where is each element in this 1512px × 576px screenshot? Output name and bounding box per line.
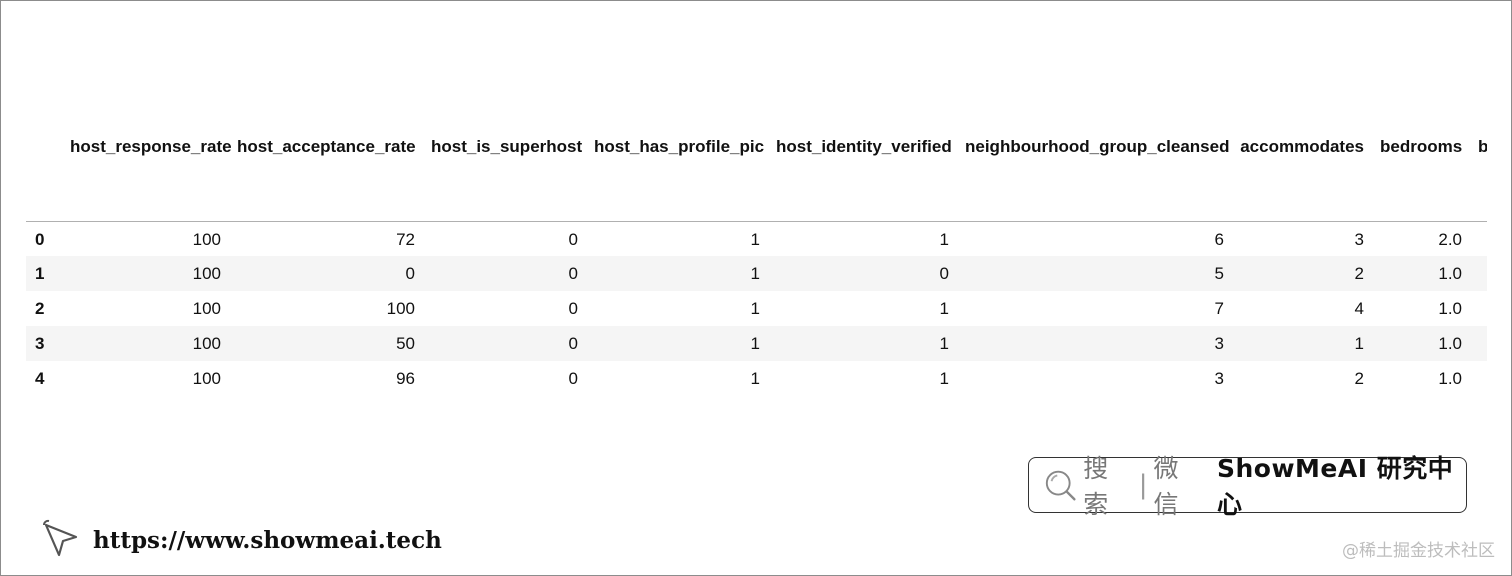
wechat-label: 微信 — [1153, 454, 1180, 519]
search-icon — [1045, 470, 1076, 501]
table-row: 4 100 96 0 1 1 3 2 1.0 — [26, 361, 1487, 396]
table-cell: 0 — [568, 333, 578, 353]
table-cell: 1.0 — [1438, 263, 1462, 283]
column-header: b — [1470, 1, 1487, 222]
table-cell: 2 — [1354, 263, 1364, 283]
column-header: host_response_rate — [62, 1, 232, 222]
table-cell: 7 — [1214, 298, 1224, 318]
table-cell: 0 — [568, 229, 578, 249]
column-header: host_is_superhost — [423, 1, 586, 222]
column-header: accommodates — [1232, 1, 1372, 222]
table-cell: 0 — [568, 298, 578, 318]
column-header: host_identity_verified — [768, 1, 957, 222]
watermark: @稀土掘金技术社区 — [1342, 541, 1495, 561]
table-cell: 1.0 — [1438, 368, 1462, 388]
row-index: 1 — [35, 263, 45, 283]
table-cell: 1 — [939, 333, 949, 353]
table-cell: 0 — [568, 368, 578, 388]
table-cell: 1.0 — [1438, 298, 1462, 318]
column-header: neighbourhood_group_cleansed — [957, 1, 1232, 222]
table-cell: 2.0 — [1438, 229, 1462, 249]
row-index: 3 — [35, 333, 45, 353]
table-cell — [1470, 221, 1487, 256]
table-cell: 1 — [750, 333, 760, 353]
table-cell: 3 — [1214, 368, 1224, 388]
site-url[interactable]: https://www.showmeai.tech — [93, 527, 442, 554]
table-cell: 96 — [396, 368, 415, 388]
table-cell: 100 — [192, 333, 221, 353]
table-cell: 50 — [396, 333, 415, 353]
table-cell: 1 — [939, 298, 949, 318]
dataframe-container: host_response_rate host_acceptance_rate … — [26, 1, 1487, 396]
row-index: 4 — [35, 368, 45, 388]
column-header: host_has_profile_pic — [586, 1, 768, 222]
table-cell: 100 — [192, 368, 221, 388]
table-cell: 100 — [192, 298, 221, 318]
table-cell: 3 — [1354, 229, 1364, 249]
table-cell: 3 — [1214, 333, 1224, 353]
column-header: host_acceptance_rate — [229, 1, 423, 222]
table-cell — [1470, 291, 1487, 326]
row-index: 0 — [35, 229, 45, 249]
dataframe-table: host_response_rate host_acceptance_rate … — [26, 1, 1487, 396]
table-cell: 2 — [1354, 368, 1364, 388]
table-cell — [1470, 361, 1487, 396]
table-row: 0 100 72 0 1 1 6 3 2.0 — [26, 221, 1487, 256]
site-link-area: https://www.showmeai.tech — [41, 519, 442, 561]
table-cell: 72 — [396, 229, 415, 249]
table-cell: 1 — [939, 368, 949, 388]
table-cell: 4 — [1354, 298, 1364, 318]
table-cell: 5 — [1214, 263, 1224, 283]
table-cell: 1 — [750, 263, 760, 283]
table-cell: 0 — [405, 263, 415, 283]
table-cell: 1 — [750, 298, 760, 318]
index-header — [26, 1, 62, 222]
table-row: 2 100 100 0 1 1 7 4 1.0 — [26, 291, 1487, 326]
table-cell: 0 — [568, 263, 578, 283]
row-index: 2 — [35, 298, 45, 318]
screenshot-frame: host_response_rate host_acceptance_rate … — [0, 0, 1512, 576]
table-cell: 1 — [939, 229, 949, 249]
table-cell: 1.0 — [1438, 333, 1462, 353]
brand-name: ShowMeAI 研究中心 — [1216, 454, 1454, 519]
table-cell — [1470, 326, 1487, 361]
table-cell: 6 — [1214, 229, 1224, 249]
table-row: 3 100 50 0 1 1 3 1 1.0 — [26, 326, 1487, 361]
cursor-icon — [43, 519, 78, 557]
table-cell — [1470, 256, 1487, 291]
table-cell: 100 — [386, 298, 415, 318]
table-row: 1 100 0 0 1 0 5 2 1.0 — [26, 256, 1487, 291]
table-cell: 100 — [192, 229, 221, 249]
brand-search-badge: 搜索 | 微信 ShowMeAI 研究中心 — [1028, 454, 1467, 519]
header-row: host_response_rate host_acceptance_rate … — [26, 1, 1487, 222]
column-header: bedrooms — [1372, 1, 1470, 222]
table-cell: 0 — [939, 263, 949, 283]
table-cell: 1 — [1354, 333, 1364, 353]
table-cell: 1 — [750, 229, 760, 249]
separator: | — [1138, 470, 1148, 500]
search-label: 搜索 — [1083, 454, 1110, 519]
table-cell: 1 — [750, 368, 760, 388]
table-cell: 100 — [192, 263, 221, 283]
